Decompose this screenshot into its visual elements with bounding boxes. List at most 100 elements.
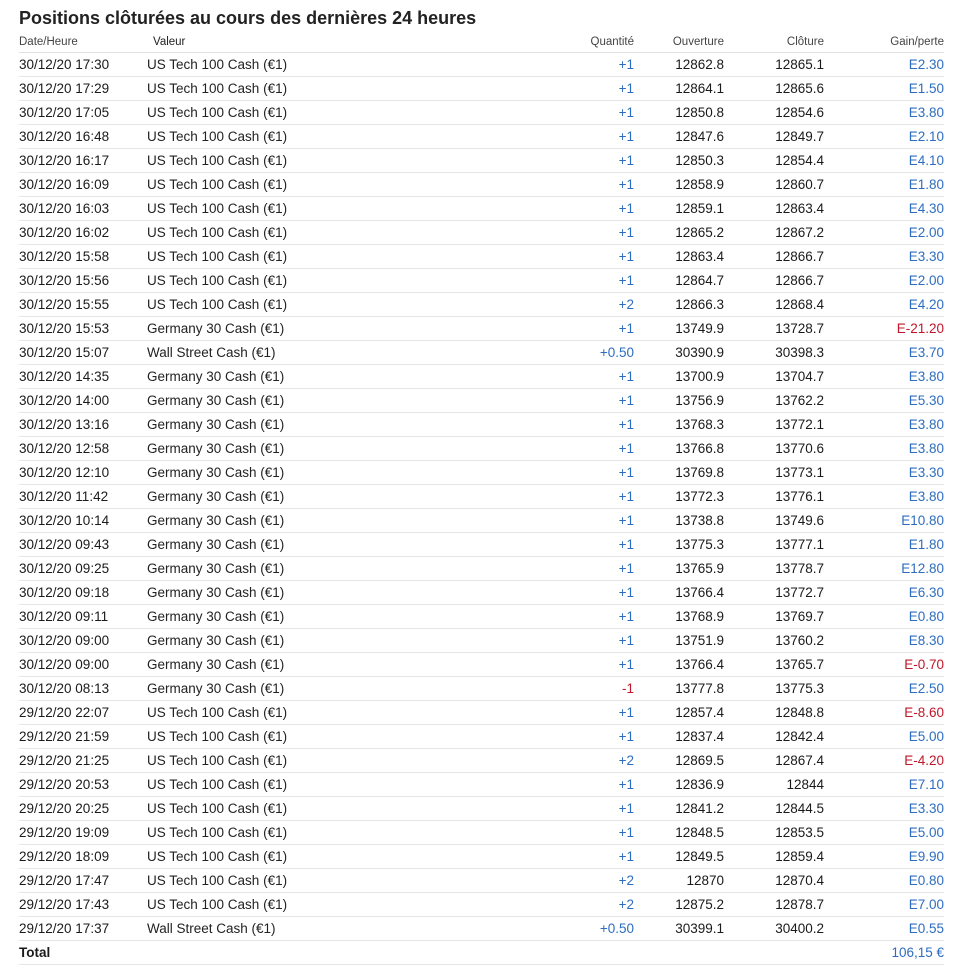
cell-open: 12864.1 [634,76,724,101]
cell-quantity: +1 [417,148,634,173]
cell-close: 13776.1 [724,484,824,509]
cell-quantity: +1 [417,820,634,845]
cell-quantity: +1 [417,724,634,749]
cell-instrument: US Tech 100 Cash (€1) [147,76,417,101]
cell-date: 30/12/20 15:55 [19,292,147,317]
cell-quantity: +1 [417,508,634,533]
table-row: 30/12/20 16:09 US Tech 100 Cash (€1) +1 128… [19,172,944,197]
table-row: 29/12/20 19:09 US Tech 100 Cash (€1) +1 128… [19,820,944,845]
cell-quantity: +1 [417,196,634,221]
cell-profit-loss: E7.00 [824,892,944,917]
table-row: 30/12/20 16:48 US Tech 100 Cash (€1) +1 128… [19,124,944,149]
cell-instrument: US Tech 100 Cash (€1) [147,124,417,149]
cell-date: 30/12/20 14:35 [19,364,147,389]
cell-quantity: +1 [417,628,634,653]
cell-close: 30398.3 [724,340,824,365]
cell-profit-loss: E10.80 [824,508,944,533]
cell-instrument: Germany 30 Cash (€1) [147,628,417,653]
table-row: 30/12/20 14:35 Germany 30 Cash (€1) +1 1370… [19,364,944,389]
cell-open: 13765.9 [634,556,724,581]
table-row: 30/12/20 10:14 Germany 30 Cash (€1) +1 1373… [19,508,944,533]
table-row: 30/12/20 09:00 Germany 30 Cash (€1) +1 1375… [19,628,944,653]
cell-open: 13738.8 [634,508,724,533]
cell-date: 29/12/20 19:09 [19,820,147,845]
cell-profit-loss: E8.30 [824,628,944,653]
cell-open: 13766.4 [634,580,724,605]
cell-close: 12865.6 [724,76,824,101]
cell-instrument: US Tech 100 Cash (€1) [147,868,417,893]
cell-instrument: US Tech 100 Cash (€1) [147,100,417,125]
cell-profit-loss: E3.30 [824,460,944,485]
cell-profit-loss: E2.00 [824,220,944,245]
cell-close: 13749.6 [724,508,824,533]
cell-open: 12841.2 [634,796,724,821]
cell-open: 12857.4 [634,700,724,725]
cell-quantity: +1 [417,700,634,725]
cell-date: 29/12/20 18:09 [19,844,147,869]
cell-open: 12865.2 [634,220,724,245]
table-row: 29/12/20 17:37 Wall Street Cash (€1) +0.50… [19,916,944,941]
cell-close: 13770.6 [724,436,824,461]
cell-profit-loss: E3.80 [824,412,944,437]
cell-close: 13728.7 [724,316,824,341]
cell-close: 30400.2 [724,916,824,941]
cell-quantity: +1 [417,484,634,509]
cell-quantity: +2 [417,868,634,893]
cell-open: 12863.4 [634,244,724,269]
cell-profit-loss: E4.20 [824,292,944,317]
cell-quantity: +2 [417,748,634,773]
table-row: 30/12/20 12:58 Germany 30 Cash (€1) +1 1376… [19,436,944,461]
cell-date: 30/12/20 12:10 [19,460,147,485]
cell-quantity: +1 [417,580,634,605]
cell-profit-loss: E3.70 [824,340,944,365]
cell-date: 30/12/20 13:16 [19,412,147,437]
cell-close: 12867.2 [724,220,824,245]
cell-instrument: US Tech 100 Cash (€1) [147,148,417,173]
cell-quantity: +1 [417,76,634,101]
total-spacer [417,940,634,965]
cell-instrument: Wall Street Cash (€1) [147,340,417,365]
cell-date: 30/12/20 15:53 [19,316,147,341]
cell-close: 12853.5 [724,820,824,845]
column-header-date: Date/Heure [19,32,147,53]
table-row: 29/12/20 22:07 US Tech 100 Cash (€1) +1 128… [19,700,944,725]
cell-open: 12847.6 [634,124,724,149]
table-row: 30/12/20 15:53 Germany 30 Cash (€1) +1 1374… [19,316,944,341]
cell-open: 12849.5 [634,844,724,869]
cell-instrument: Germany 30 Cash (€1) [147,412,417,437]
cell-instrument: US Tech 100 Cash (€1) [147,220,417,245]
cell-open: 12864.7 [634,268,724,293]
cell-date: 29/12/20 21:59 [19,724,147,749]
table-row: 29/12/20 17:43 US Tech 100 Cash (€1) +2 128… [19,892,944,917]
cell-profit-loss: E-8.60 [824,700,944,725]
cell-open: 12848.5 [634,820,724,845]
cell-close: 12867.4 [724,748,824,773]
cell-profit-loss: E3.80 [824,364,944,389]
cell-instrument: US Tech 100 Cash (€1) [147,292,417,317]
total-value: 106,15 € [824,940,944,965]
table-row: 29/12/20 21:59 US Tech 100 Cash (€1) +1 128… [19,724,944,749]
cell-instrument: Germany 30 Cash (€1) [147,460,417,485]
cell-instrument: Germany 30 Cash (€1) [147,364,417,389]
cell-profit-loss: E5.30 [824,388,944,413]
cell-quantity: +1 [417,460,634,485]
cell-date: 30/12/20 09:00 [19,652,147,677]
cell-date: 29/12/20 22:07 [19,700,147,725]
table-header-row: Date/Heure Valeur Quantité Ouverture Clô… [19,32,944,53]
table-row: 29/12/20 20:53 US Tech 100 Cash (€1) +1 128… [19,772,944,797]
cell-profit-loss: E3.30 [824,796,944,821]
total-spacer [147,940,417,965]
cell-instrument: US Tech 100 Cash (€1) [147,172,417,197]
cell-instrument: US Tech 100 Cash (€1) [147,748,417,773]
cell-close: 13772.7 [724,580,824,605]
cell-instrument: US Tech 100 Cash (€1) [147,724,417,749]
cell-date: 30/12/20 16:48 [19,124,147,149]
cell-instrument: Germany 30 Cash (€1) [147,484,417,509]
cell-open: 13772.3 [634,484,724,509]
table-row: 30/12/20 17:30 US Tech 100 Cash (€1) +1 128… [19,52,944,77]
cell-profit-loss: E6.30 [824,580,944,605]
cell-instrument: US Tech 100 Cash (€1) [147,892,417,917]
cell-close: 12865.1 [724,52,824,77]
cell-instrument: Germany 30 Cash (€1) [147,676,417,701]
cell-open: 30390.9 [634,340,724,365]
